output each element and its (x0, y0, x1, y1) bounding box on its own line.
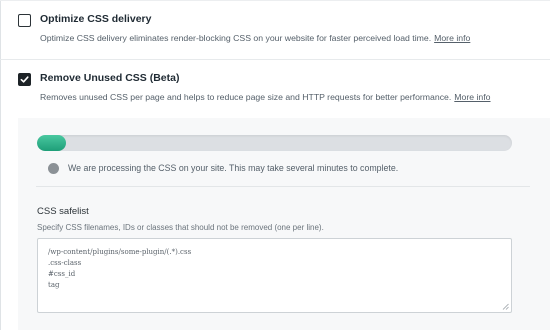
processing-status: We are processing the CSS on your site. … (48, 161, 398, 175)
optimize-css-delivery-title: Optimize CSS delivery (40, 13, 152, 25)
subpanel-divider (36, 186, 530, 187)
safelist-line: /wp-content/plugins/some-plugin/(.*).css (48, 248, 192, 256)
optimize-css-delivery-more-info-link[interactable]: More info (434, 33, 470, 43)
css-safelist-title: CSS safelist (37, 206, 89, 217)
processing-status-text: We are processing the CSS on your site. … (68, 163, 399, 173)
safelist-line: .css-class (48, 259, 82, 267)
remove-unused-css-title: Remove Unused CSS (Beta) (40, 72, 180, 84)
remove-unused-css-checkbox[interactable] (18, 73, 31, 86)
settings-page: Optimize CSS delivery Optimize CSS deliv… (0, 0, 550, 330)
css-processing-progress-bar (37, 135, 512, 151)
remove-unused-css-description: Removes unused CSS per page and helps to… (40, 92, 491, 102)
safelist-line: #css_id (48, 270, 76, 278)
progress-fill (37, 135, 66, 151)
resize-handle-icon[interactable] (502, 303, 509, 310)
divider (0, 59, 550, 60)
top-divider (0, 0, 550, 1)
safelist-line: tag (48, 281, 60, 289)
css-safelist-description: Specify CSS filenames, IDs or classes th… (37, 223, 324, 232)
remove-unused-css-description-text: Removes unused CSS per page and helps to… (40, 92, 452, 102)
optimize-css-delivery-description: Optimize CSS delivery eliminates render-… (40, 33, 470, 43)
optimize-css-delivery-checkbox[interactable] (18, 14, 31, 27)
remove-unused-css-more-info-link[interactable]: More info (454, 92, 490, 102)
left-border (0, 0, 1, 330)
status-indicator-icon (48, 162, 59, 174)
checkmark-icon (20, 76, 29, 83)
optimize-css-delivery-description-text: Optimize CSS delivery eliminates render-… (40, 33, 432, 43)
css-safelist-textarea[interactable]: /wp-content/plugins/some-plugin/(.*).css… (37, 238, 512, 313)
